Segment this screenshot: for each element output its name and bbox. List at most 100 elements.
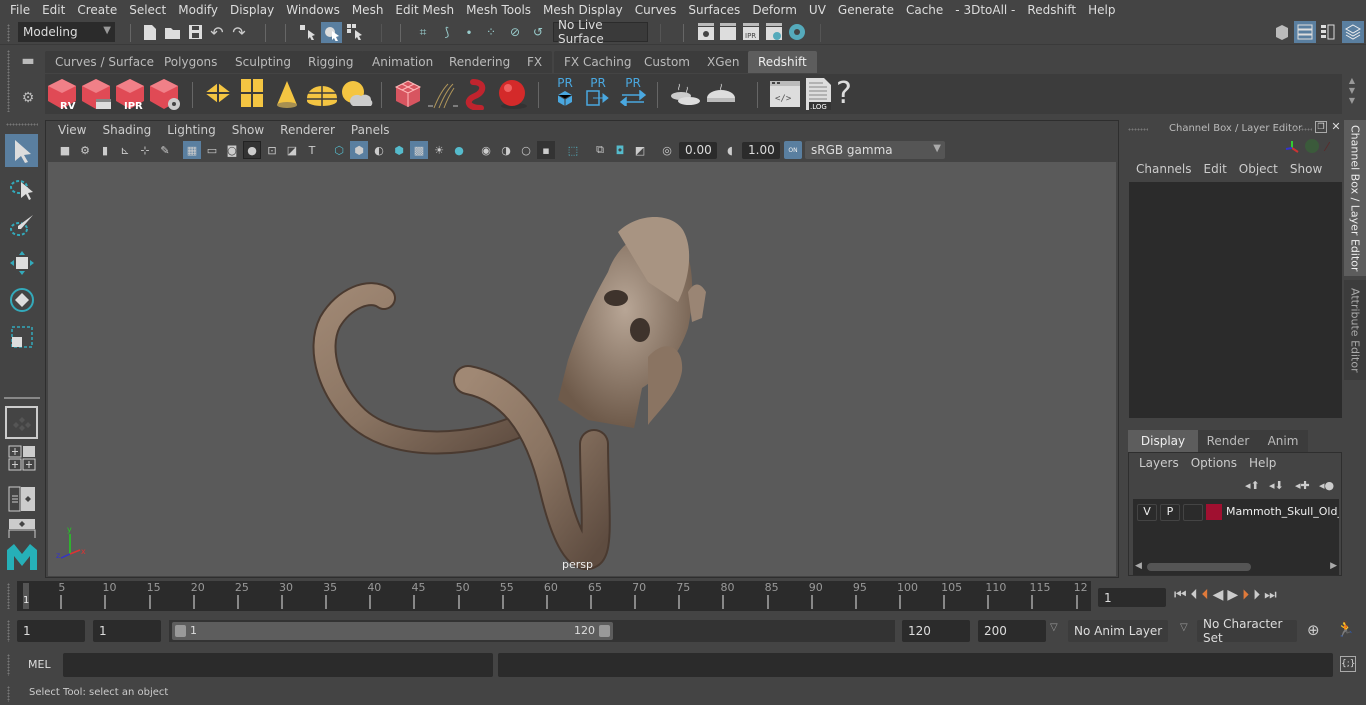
new-layer-icon[interactable]: ◂✚ <box>1295 479 1310 492</box>
menu-deform[interactable]: Deform <box>746 3 803 17</box>
textured-icon[interactable]: ▩ <box>410 141 428 159</box>
range-end-grip[interactable] <box>599 625 610 637</box>
symmetry-icon[interactable]: ↺ <box>528 23 548 41</box>
layer-hscrollbar[interactable]: ◀ ▶ <box>1133 561 1339 573</box>
layer-tab-anim[interactable]: Anim <box>1258 430 1308 452</box>
animation-start-field[interactable]: 1 <box>17 620 85 642</box>
go-to-end-button[interactable]: ⏭ <box>1264 587 1277 603</box>
rs-log-button[interactable]: .LOG <box>805 77 833 111</box>
snap-curve-icon[interactable]: ⟆ <box>437 23 457 41</box>
current-frame-field[interactable]: 1 <box>1098 588 1166 607</box>
shelf-tab-sculpting[interactable]: Sculpting <box>225 51 302 73</box>
rs-hair-button[interactable] <box>426 82 458 110</box>
rs-dome-light-button[interactable] <box>305 80 339 108</box>
layer-tab-display[interactable]: Display <box>1128 430 1198 452</box>
anim-layer-dropdown[interactable]: No Anim Layer <box>1068 620 1168 642</box>
rs-area-light-button[interactable] <box>202 80 234 108</box>
rs-script-console-button[interactable]: </> <box>769 79 801 109</box>
shelf-tab-animation[interactable]: Animation <box>362 51 444 73</box>
go-to-start-button[interactable]: ⏮ <box>1174 587 1187 603</box>
lasso-tool-button[interactable] <box>5 172 38 205</box>
menu-mesh-tools[interactable]: Mesh Tools <box>460 3 537 17</box>
hyper-icon[interactable]: ⁄ <box>1326 140 1340 154</box>
rs-render-settings-button[interactable] <box>148 77 182 111</box>
wireframe-icon[interactable]: ⬡ <box>330 141 348 159</box>
viewport-menu-show[interactable]: Show <box>224 123 272 137</box>
rs-proxy-import-button[interactable]: PR <box>618 76 648 112</box>
menu-display[interactable]: Display <box>224 3 280 17</box>
menu-cache[interactable]: Cache <box>900 3 949 17</box>
menu-modify[interactable]: Modify <box>172 3 224 17</box>
attribute-editor-icon[interactable] <box>1294 21 1316 43</box>
camera-attributes-icon[interactable]: ⚙ <box>76 141 94 159</box>
color-space-dropdown[interactable]: sRGB gamma ▼ <box>805 141 945 159</box>
gamma-field[interactable]: 1.00 <box>742 141 780 159</box>
color-management-toggle[interactable]: ON <box>784 141 802 159</box>
modeling-toolkit-icon[interactable] <box>1272 22 1292 42</box>
menu-surfaces[interactable]: Surfaces <box>682 3 746 17</box>
drag-handle[interactable] <box>7 583 10 609</box>
scroll-left-icon[interactable]: ◀ <box>1135 561 1142 571</box>
exposure-field[interactable]: 0.00 <box>679 141 717 159</box>
drag-handle[interactable] <box>1292 128 1312 131</box>
smooth-shade-icon[interactable]: ⬢ <box>350 141 368 159</box>
menu-curves[interactable]: Curves <box>629 3 683 17</box>
chevron-down-icon[interactable]: ▽ <box>1050 622 1058 633</box>
use-all-lights-icon[interactable]: ☀ <box>430 141 448 159</box>
shelf-menu-icon[interactable]: ▬ <box>20 53 36 69</box>
channel-list[interactable] <box>1129 182 1342 418</box>
new-scene-icon[interactable] <box>142 23 158 41</box>
rs-spot-light-button[interactable] <box>274 79 300 109</box>
menu-edit-mesh[interactable]: Edit Mesh <box>389 3 460 17</box>
range-slider-handle[interactable]: 1 120 <box>172 622 613 640</box>
outliner-layout-button[interactable] <box>5 482 38 515</box>
drag-handle[interactable] <box>1128 128 1148 131</box>
viewport-menu-shading[interactable]: Shading <box>94 123 159 137</box>
mammoth-skull-model[interactable]: y x z <box>48 162 1116 576</box>
xray-icon[interactable]: ⬢ <box>390 141 408 159</box>
viewport-menu-lighting[interactable]: Lighting <box>159 123 224 137</box>
animation-end-field[interactable]: 200 <box>978 620 1046 642</box>
film-gate-icon[interactable]: ▭ <box>203 141 221 159</box>
menu-help[interactable]: Help <box>1082 3 1121 17</box>
layer-tab-render[interactable]: Render <box>1198 430 1258 452</box>
save-scene-icon[interactable] <box>187 23 203 41</box>
menu-generate[interactable]: Generate <box>832 3 900 17</box>
channel-box-icon[interactable] <box>1342 21 1364 43</box>
shelf-tab-fx[interactable]: FX <box>517 51 553 73</box>
screen-space-ao-icon[interactable]: ◉ <box>477 141 495 159</box>
show-menu[interactable]: Show <box>1284 162 1328 176</box>
select-hierarchy-icon[interactable] <box>298 22 318 42</box>
script-editor-icon[interactable]: {;} <box>1340 656 1356 672</box>
drag-handle[interactable] <box>6 123 38 126</box>
shadows-icon[interactable]: ● <box>450 141 468 159</box>
object-menu[interactable]: Object <box>1233 162 1284 176</box>
speed-icon[interactable] <box>1305 139 1319 153</box>
rs-batch-render-button[interactable] <box>80 77 112 111</box>
step-back-key-button[interactable]: ⏴ <box>1202 587 1209 603</box>
layer-name[interactable]: Mammoth_Skull_Old_E <box>1226 505 1339 518</box>
new-layer-selected-icon[interactable]: ◂● <box>1319 479 1334 492</box>
rs-help-button[interactable]: ? <box>834 76 854 111</box>
layer-type-toggle[interactable] <box>1183 504 1203 521</box>
shelf-tab-curves-surfaces[interactable]: Curves / Surfaces <box>45 51 171 73</box>
tool-settings-icon[interactable] <box>1318 22 1338 42</box>
ipr-render-icon[interactable]: IPR <box>741 22 761 42</box>
snap-live-icon[interactable]: ⊘ <box>505 23 525 41</box>
drag-handle[interactable] <box>7 24 10 42</box>
select-component-icon[interactable] <box>345 22 365 42</box>
2d-pan-zoom-icon[interactable]: ⊹ <box>136 141 154 159</box>
range-slider-track[interactable]: 1 120 <box>169 620 895 642</box>
paint-select-tool-button[interactable] <box>5 209 38 242</box>
command-input[interactable] <box>63 653 493 677</box>
open-scene-icon[interactable] <box>164 23 182 41</box>
wireframe-on-shaded-icon[interactable]: ◐ <box>370 141 388 159</box>
options-menu[interactable]: Options <box>1185 456 1243 470</box>
character-set-dropdown[interactable]: No Character Set <box>1197 617 1297 645</box>
image-plane-icon[interactable]: ⊾ <box>116 141 134 159</box>
grid-icon[interactable]: ▦ <box>183 141 201 159</box>
side-tab-channel-box[interactable]: Channel Box / Layer Editor <box>1344 120 1366 276</box>
channels-menu[interactable]: Channels <box>1130 162 1198 176</box>
mode-dropdown[interactable]: Modeling ▼ <box>18 22 115 42</box>
rs-proxy-export-button[interactable]: PR <box>583 76 613 112</box>
